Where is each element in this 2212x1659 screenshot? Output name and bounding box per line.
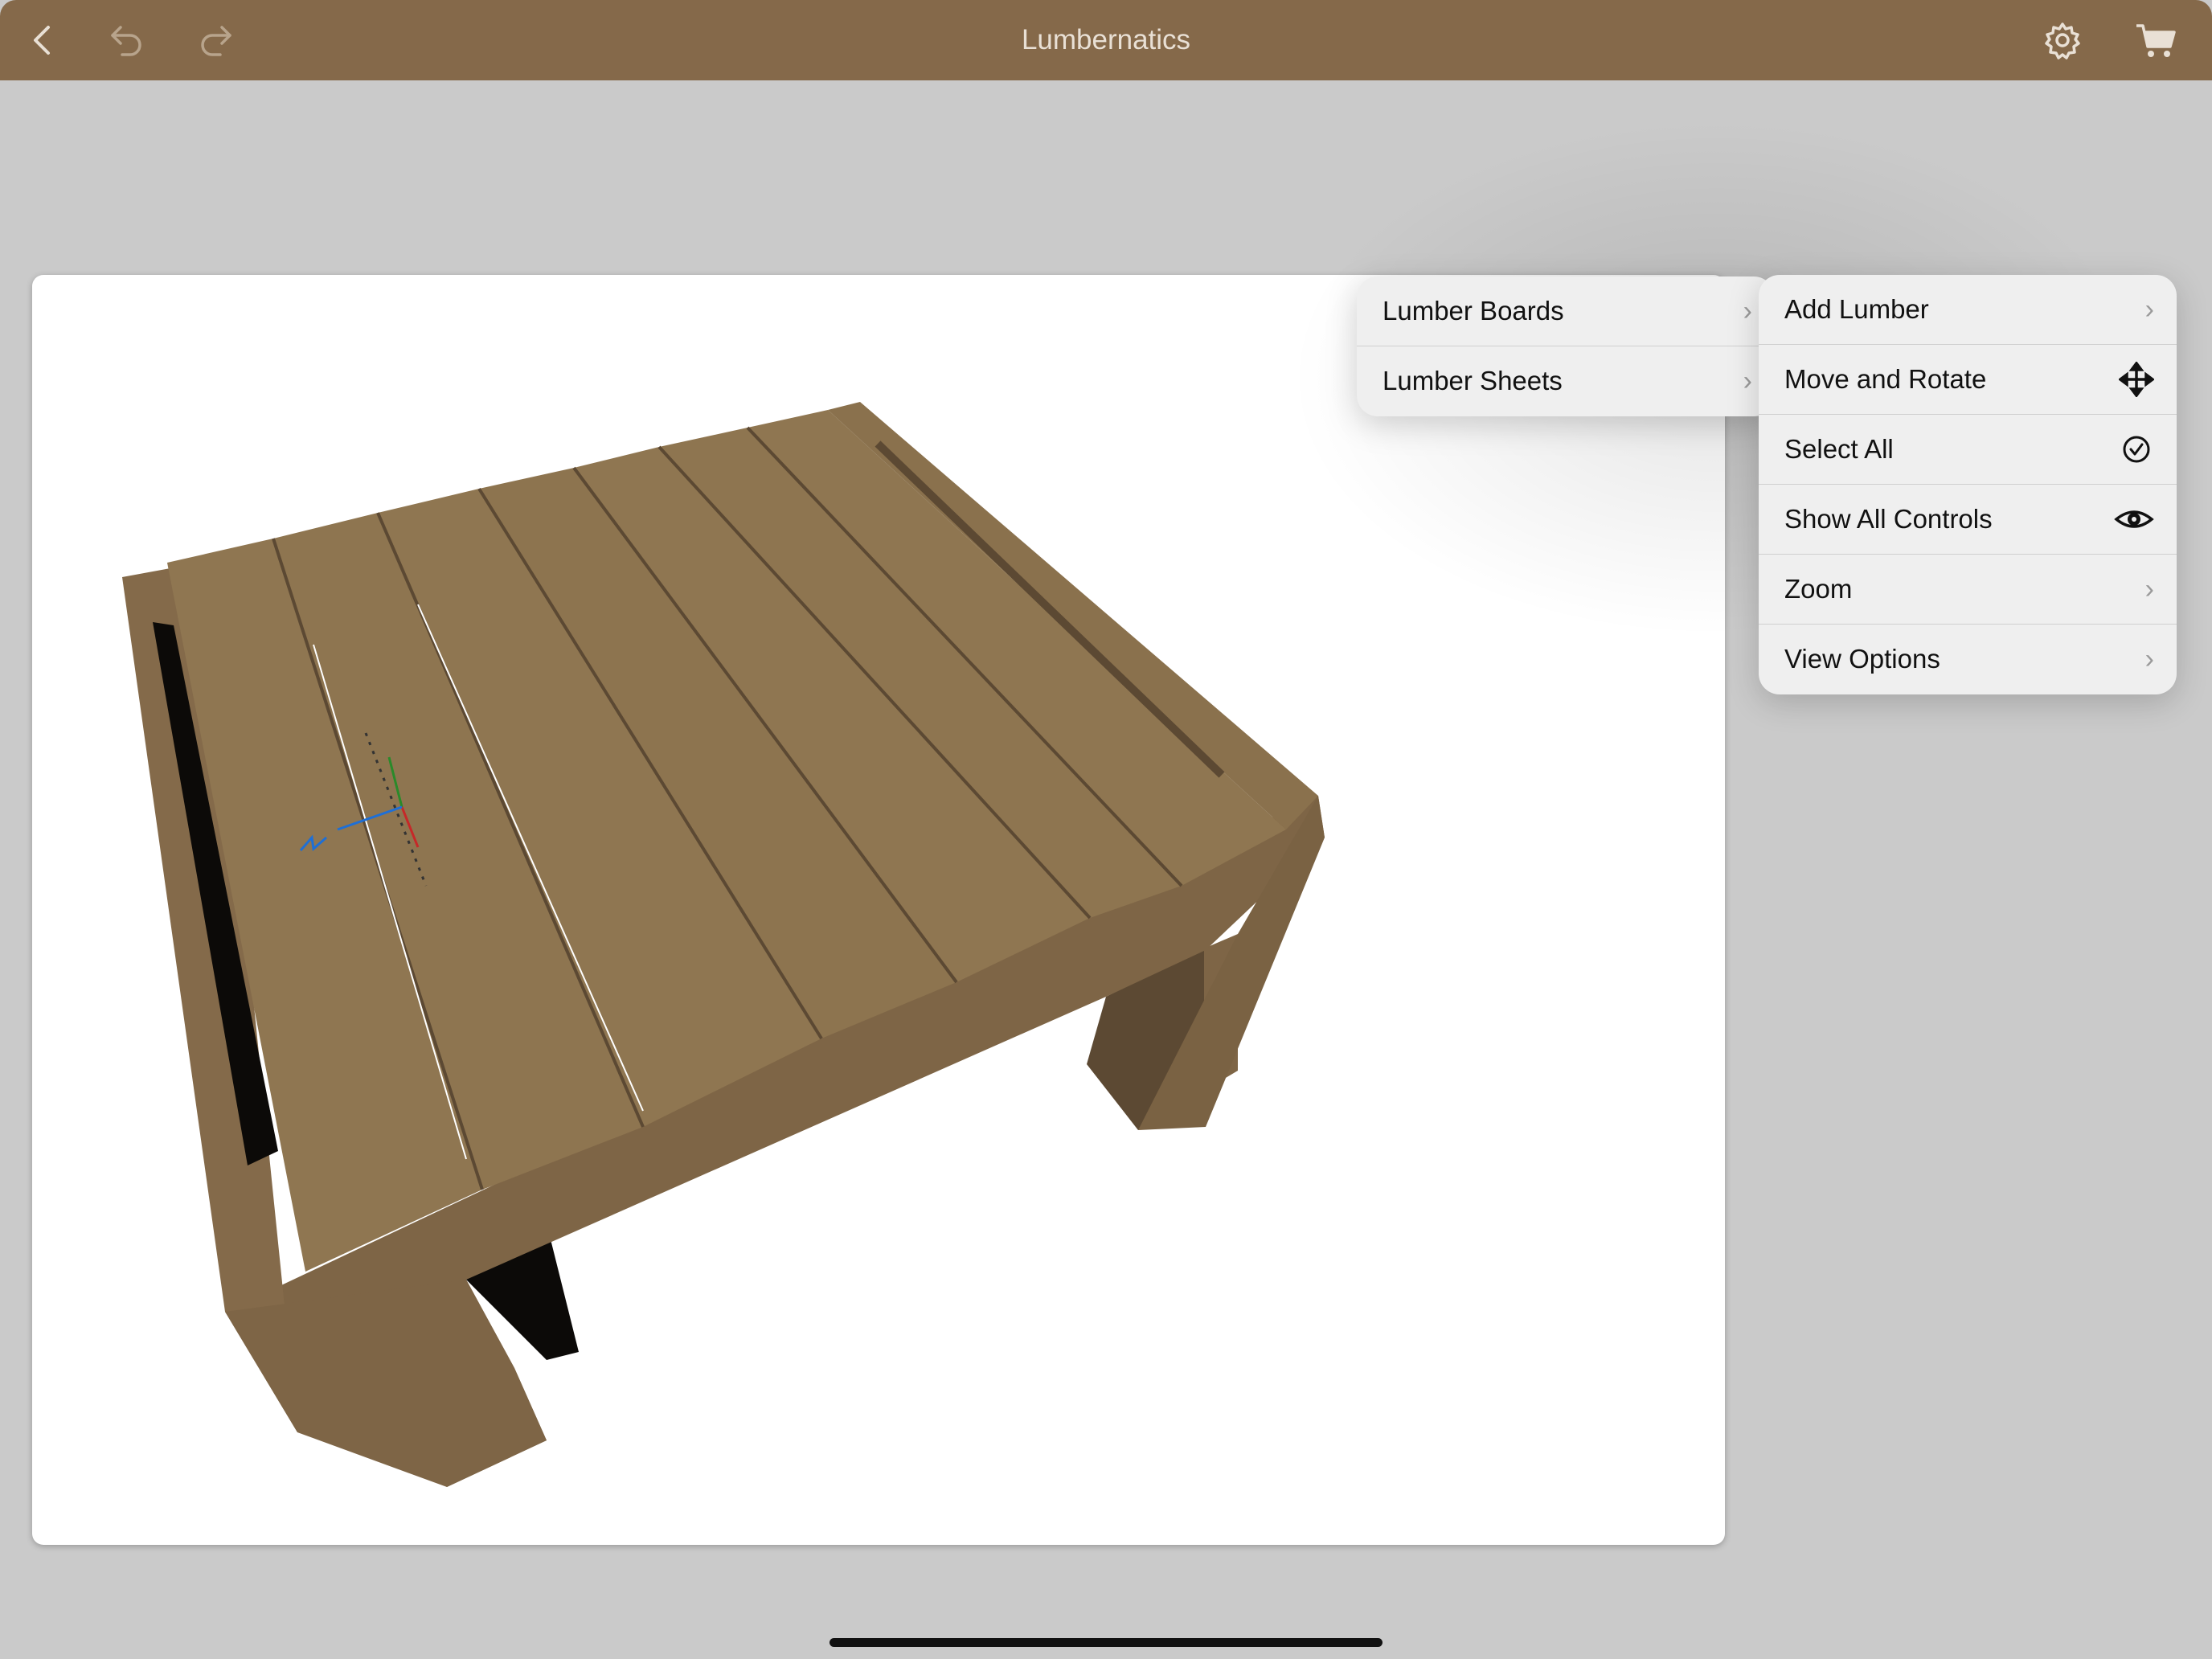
chevron-right-icon: › (2145, 644, 2154, 675)
move-arrows-icon (2119, 362, 2154, 397)
top-toolbar: Lumbernatics (0, 0, 2212, 80)
menu-item-label: Select All (1784, 415, 1894, 484)
chevron-right-icon: › (2145, 574, 2154, 605)
menu-item-label: Move and Rotate (1784, 345, 1986, 414)
menu-item-select-all[interactable]: Select All (1759, 415, 2177, 485)
checkmark-circle-icon (2119, 432, 2154, 467)
menu-item-zoom[interactable]: Zoom › (1759, 555, 2177, 625)
home-indicator[interactable] (830, 1638, 1382, 1647)
eye-icon (2114, 502, 2154, 537)
gear-icon[interactable] (2040, 18, 2085, 63)
submenu-item-lumber-sheets[interactable]: Lumber Sheets › (1357, 346, 1775, 416)
menu-item-add-lumber[interactable]: Add Lumber › (1759, 275, 2177, 345)
chevron-right-icon: › (1743, 296, 1752, 327)
chevron-right-icon: › (2145, 294, 2154, 326)
menu-item-view-options[interactable]: View Options › (1759, 625, 2177, 694)
menu-item-label: Show All Controls (1784, 485, 1993, 554)
app-title: Lumbernatics (0, 0, 2212, 80)
3d-viewport[interactable] (32, 275, 1725, 1545)
submenu-item-label: Lumber Boards (1382, 276, 1564, 346)
menu-item-label: View Options (1784, 625, 1940, 694)
submenu-item-lumber-boards[interactable]: Lumber Boards › (1357, 276, 1775, 346)
menu-item-label: Add Lumber (1784, 275, 1929, 344)
lumber-submenu: Lumber Boards › Lumber Sheets › (1357, 276, 1775, 416)
bench-model-render[interactable] (32, 275, 1725, 1545)
submenu-item-label: Lumber Sheets (1382, 346, 1563, 416)
menu-item-label: Zoom (1784, 555, 1852, 624)
menu-item-show-all-controls[interactable]: Show All Controls (1759, 485, 2177, 555)
menu-item-move-and-rotate[interactable]: Move and Rotate (1759, 345, 2177, 415)
cart-icon[interactable] (2133, 18, 2178, 63)
context-menu: Add Lumber › Move and Rotate Select All (1759, 275, 2177, 694)
chevron-right-icon: › (1743, 366, 1752, 397)
